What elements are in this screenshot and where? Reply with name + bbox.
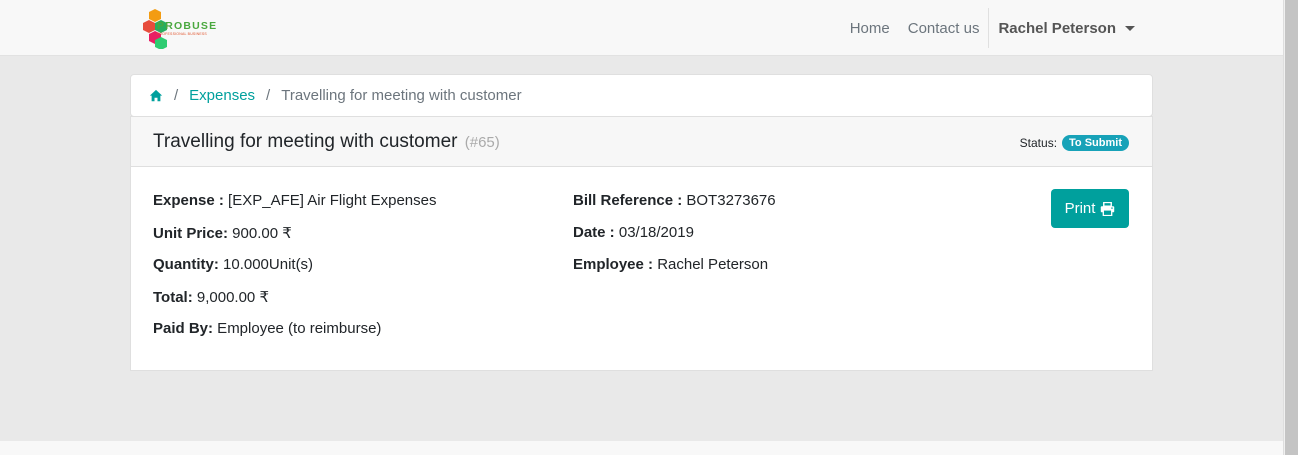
breadcrumb-separator: / — [174, 87, 179, 104]
expense-title-text: Travelling for meeting with customer — [153, 131, 458, 152]
field-employee: Employee : Rachel Peterson — [573, 256, 776, 288]
expense-title: Travelling for meeting with customer (#6… — [153, 131, 500, 153]
home-icon[interactable] — [149, 89, 163, 103]
expense-card: Travelling for meeting with customer (#6… — [130, 116, 1153, 371]
expense-card-body: Expense : [EXP_AFE] Air Flight Expenses … — [131, 167, 1152, 371]
nav-link-contact[interactable]: Contact us — [899, 20, 989, 37]
field-value: BOT3273676 — [682, 192, 776, 209]
field-label: Date : — [573, 224, 615, 241]
field-label: Expense : — [153, 192, 224, 209]
field-label: Employee : — [573, 256, 654, 273]
field-label: Bill Reference : — [573, 192, 683, 209]
status-label: Status: — [1019, 136, 1058, 150]
status-badge: To Submit — [1062, 135, 1129, 151]
field-value: 10.000Unit(s) — [218, 256, 314, 273]
field-paid-by: Paid By: Employee (to reimburse) — [153, 320, 436, 352]
scrollbar[interactable] — [1283, 0, 1298, 455]
scrollbar-thumb[interactable] — [1285, 0, 1298, 455]
footer — [0, 441, 1283, 455]
nav-links: Home Contact us Rachel Peterson — [841, 0, 1145, 56]
logo-text: PROBUSE — [157, 20, 218, 32]
field-label: Paid By: — [153, 320, 214, 337]
breadcrumb-current: Travelling for meeting with customer — [281, 87, 522, 104]
field-total: Total: 9,000.00 ₹ — [153, 288, 436, 320]
expense-details-right: Bill Reference : BOT3273676 Date : 03/18… — [573, 192, 776, 288]
field-label: Unit Price: — [153, 225, 229, 242]
status-indicator: Status: To Submit — [1020, 135, 1129, 151]
field-value: Employee (to reimburse) — [213, 320, 382, 337]
field-label: Quantity: — [153, 256, 219, 273]
print-button[interactable]: Print — [1051, 189, 1129, 228]
expense-card-header: Travelling for meeting with customer (#6… — [131, 117, 1152, 167]
user-menu[interactable]: Rachel Peterson — [989, 20, 1145, 37]
expense-ref: (#65) — [464, 134, 500, 151]
field-expense: Expense : [EXP_AFE] Air Flight Expenses — [153, 192, 436, 224]
printer-icon — [1101, 201, 1115, 216]
field-date: Date : 03/18/2019 — [573, 224, 776, 256]
caret-down-icon — [1125, 25, 1135, 31]
brand-logo[interactable]: PROBUSE PROFESSIONAL BUSINESS — [143, 7, 223, 49]
breadcrumb: / Expenses / Travelling for meeting with… — [130, 74, 1153, 117]
print-label: Print — [1064, 200, 1096, 217]
field-label: Total: — [153, 289, 193, 306]
breadcrumb-expenses[interactable]: Expenses — [189, 87, 255, 104]
field-value: Rachel Peterson — [653, 256, 769, 273]
field-value: 03/18/2019 — [614, 224, 694, 241]
logo-subtext: PROFESSIONAL BUSINESS — [157, 32, 207, 36]
field-value: 9,000.00 ₹ — [192, 289, 269, 306]
field-quantity: Quantity: 10.000Unit(s) — [153, 256, 436, 288]
breadcrumb-separator: / — [266, 87, 271, 104]
nav-link-home[interactable]: Home — [841, 20, 899, 37]
navbar: PROBUSE PROFESSIONAL BUSINESS Home Conta… — [0, 0, 1283, 56]
field-value: 900.00 ₹ — [228, 225, 292, 242]
field-value: [EXP_AFE] Air Flight Expenses — [223, 192, 437, 209]
expense-details-left: Expense : [EXP_AFE] Air Flight Expenses … — [153, 192, 436, 352]
field-bill-reference: Bill Reference : BOT3273676 — [573, 192, 776, 224]
user-name: Rachel Peterson — [998, 19, 1116, 37]
field-unit-price: Unit Price: 900.00 ₹ — [153, 224, 436, 256]
